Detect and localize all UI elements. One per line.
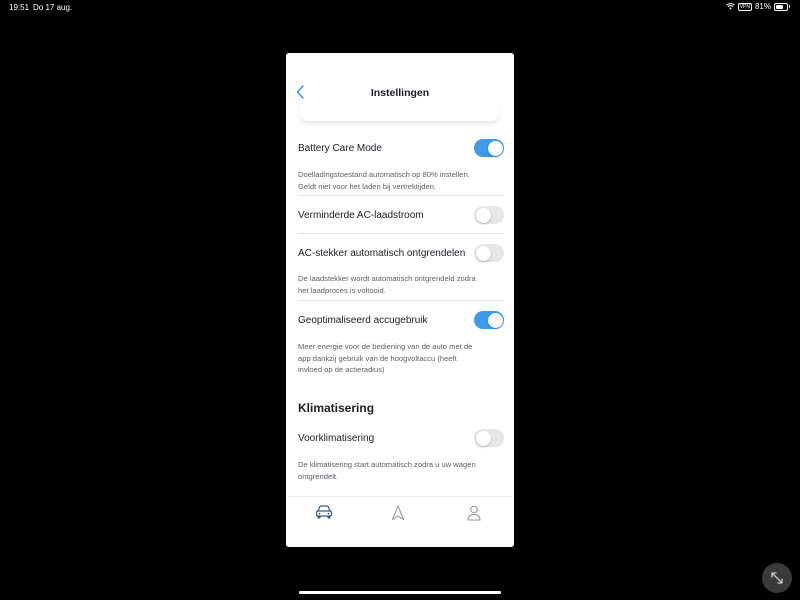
battery-percentage: 81% — [754, 2, 771, 11]
battery-level — [776, 4, 784, 9]
wifi-icon — [725, 3, 735, 10]
vpn-badge: VPN — [737, 2, 752, 11]
setting-label: Battery Care Mode — [298, 143, 382, 154]
toggle-knob — [475, 430, 491, 446]
tab-profile[interactable] — [467, 505, 485, 521]
setting-label: Voorklimatisering — [298, 433, 375, 444]
car-icon — [315, 505, 333, 519]
setting-label: Geoptimaliseerd accugebruik — [298, 315, 428, 326]
home-indicator[interactable] — [299, 591, 501, 594]
setting-description: De klimatisering start automatisch zodra… — [298, 459, 504, 482]
settings-modal: Instellingen Battery Care Mode Doelladin… — [286, 53, 514, 547]
navigation-icon — [392, 505, 404, 520]
toggle-knob — [487, 140, 503, 156]
divider — [298, 300, 504, 301]
setting-label: AC-stekker automatisch ontgrendelen — [298, 248, 466, 259]
description-line: invloed op de actieradius) — [298, 365, 385, 375]
setting-description: Meer energie voor de bediening van de au… — [298, 341, 504, 376]
ac-plug-unlock-toggle[interactable] — [474, 244, 504, 262]
previous-card — [300, 103, 499, 121]
setting-label: Verminderde AC-laadstroom — [298, 210, 424, 221]
setting-description: Doelladingstoestand automatisch op 80% i… — [298, 169, 504, 192]
optimized-battery-use-toggle[interactable] — [474, 311, 504, 329]
status-right: VPN 81% — [725, 2, 790, 11]
reduced-ac-charging-toggle[interactable] — [474, 206, 504, 224]
toggle-knob — [475, 207, 491, 223]
description-line: Geldt niet voor het laden bij vertrektij… — [298, 181, 437, 191]
divider — [298, 195, 504, 196]
divider — [298, 233, 504, 234]
tab-car[interactable] — [315, 505, 333, 521]
description-line: De klimatisering start automatisch zodra… — [298, 460, 476, 469]
tab-navigation[interactable] — [391, 505, 409, 521]
description-line: app dankzij gebruik van de hoogvoltaccu … — [298, 353, 457, 363]
toggle-knob — [475, 245, 491, 261]
description-line: Doelladingstoestand automatisch op 80% i… — [298, 170, 470, 179]
battery-icon — [774, 2, 790, 11]
settings-list[interactable]: Battery Care Mode Doelladingstoestand au… — [286, 103, 514, 547]
description-line: ontgrendelt. — [298, 471, 339, 481]
status-bar: 19:51 Do 17 aug. VPN 81% — [0, 0, 800, 14]
description-line: De laadstekker wordt automatisch ontgren… — [298, 274, 476, 283]
expand-button[interactable] — [762, 563, 792, 593]
description-line: het laadproces is voltooid. — [298, 285, 386, 295]
tab-bar — [286, 496, 514, 547]
description-line: Meer energie voor de bediening van de au… — [298, 342, 473, 351]
status-date: Do 17 aug. — [33, 3, 73, 12]
modal-header: Instellingen — [286, 53, 514, 103]
user-icon — [467, 505, 481, 521]
section-title-climate: Klimatisering — [298, 401, 375, 415]
battery-care-mode-toggle[interactable] — [474, 139, 504, 157]
toggle-knob — [487, 312, 503, 328]
expand-arrows-icon — [771, 572, 783, 584]
page-title: Instellingen — [370, 87, 430, 99]
status-time: 19:51 — [9, 3, 30, 12]
setting-description: De laadstekker wordt automatisch ontgren… — [298, 273, 504, 296]
preclimatisation-toggle[interactable] — [474, 429, 504, 447]
